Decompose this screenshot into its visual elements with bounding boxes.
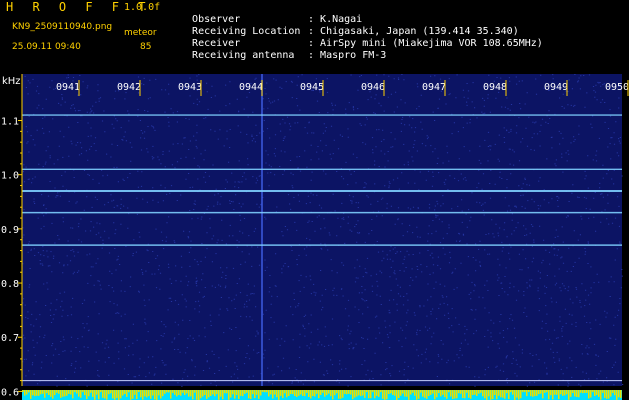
x-tick-label-6: 0947 — [422, 82, 446, 93]
x-tick-label-8: 0949 — [544, 82, 568, 93]
antenna-separator: : — [308, 50, 315, 61]
x-tick-label-0: 0941 — [56, 82, 80, 93]
x-tick-label-4: 0945 — [300, 82, 324, 93]
version-label: 1.0.0f — [124, 2, 161, 13]
x-tick-label-9: 0950 — [605, 82, 629, 93]
file-name: KN9_2509110940.png — [12, 22, 113, 32]
y-tick-label-2: 0.9 — [1, 225, 19, 236]
y-axis-label: kHz — [2, 76, 21, 87]
y-tick-label-5: 0.6 — [1, 387, 19, 398]
mode-label: meteor — [124, 28, 157, 38]
y-tick-label-1: 1.0 — [1, 171, 19, 182]
x-tick-label-5: 0946 — [361, 82, 385, 93]
count-label: 85 — [140, 42, 152, 52]
x-tick-label-2: 0943 — [178, 82, 202, 93]
y-tick-label-3: 0.8 — [1, 279, 19, 290]
antenna-value: Maspro FM-3 — [320, 50, 387, 61]
antenna-row: Receiving antenna: Maspro FM-3 — [180, 38, 386, 62]
antenna-label: Receiving antenna — [192, 50, 295, 61]
x-tick-label-1: 0942 — [117, 82, 141, 93]
x-tick-label-7: 0948 — [483, 82, 507, 93]
spectrogram-chart: kHz 1.1 1.0 0.9 0.8 0.7 0.6 0941 0942 0943 0944 094… — [1, 74, 629, 400]
y-tick-label-0: 1.1 — [1, 117, 19, 128]
y-tick-label-4: 0.7 — [1, 333, 19, 344]
datetime-label: 25.09.11 09:40 — [12, 42, 81, 52]
x-tick-label-3: 0944 — [239, 82, 263, 93]
plot-background — [22, 74, 622, 386]
